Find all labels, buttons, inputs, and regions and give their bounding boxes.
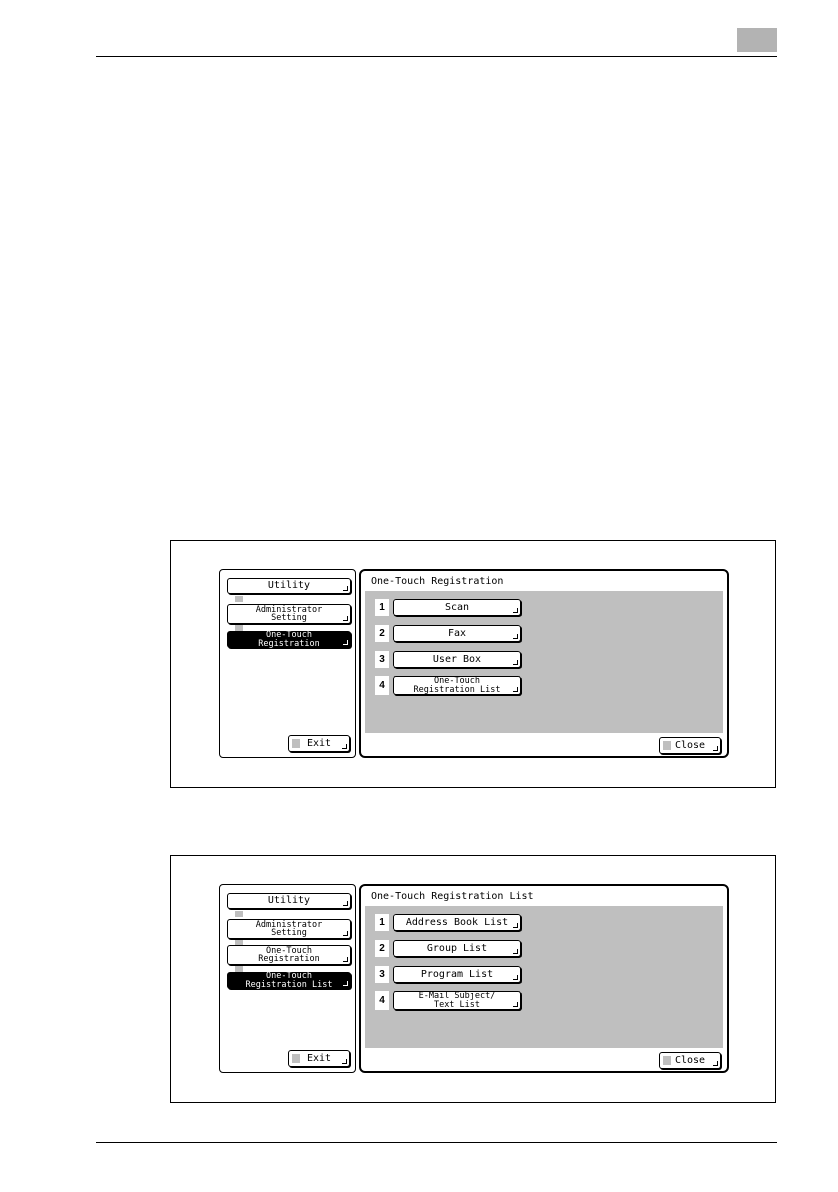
utility-button[interactable]: Utility bbox=[227, 893, 351, 909]
close-label: Close bbox=[674, 739, 706, 751]
program-list-button[interactable]: Program List bbox=[393, 966, 521, 983]
option-number: 1 bbox=[375, 599, 389, 616]
group-list-button[interactable]: Group List bbox=[393, 940, 521, 957]
option-number: 4 bbox=[375, 991, 389, 1010]
menu-title: One-Touch Registration List bbox=[371, 891, 534, 902]
exit-button[interactable]: Exit bbox=[288, 1050, 350, 1067]
menu-row: 3 Program List bbox=[375, 966, 535, 983]
one-touch-registration-button[interactable]: One-Touch Registration bbox=[227, 945, 351, 965]
menu-row: 2 Group List bbox=[375, 940, 535, 957]
one-touch-registration-button[interactable]: One-Touch Registration bbox=[227, 631, 351, 648]
footer-rule bbox=[96, 1142, 777, 1143]
administrator-setting-label: Administrator Setting bbox=[255, 604, 323, 623]
one-touch-registration-list-button[interactable]: One-Touch Registration List bbox=[227, 972, 351, 989]
administrator-setting-button[interactable]: Administrator Setting bbox=[227, 919, 351, 939]
fax-button[interactable]: Fax bbox=[393, 625, 521, 642]
breadcrumb-pane: Utility Administrator Setting One-Touch … bbox=[219, 884, 356, 1073]
email-subject-text-list-button[interactable]: E-Mail Subject/ Text List bbox=[393, 991, 521, 1010]
breadcrumb-pane: Utility Administrator Setting One-Touch … bbox=[219, 569, 356, 758]
scan-button[interactable]: Scan bbox=[393, 599, 521, 616]
menu-row: 3 User Box bbox=[375, 651, 535, 668]
exit-icon bbox=[292, 1054, 300, 1063]
email-subject-text-list-label: E-Mail Subject/ Text List bbox=[418, 991, 496, 1010]
exit-label: Exit bbox=[306, 1052, 332, 1064]
exit-label: Exit bbox=[306, 737, 332, 749]
menu-row: 4 One-Touch Registration List bbox=[375, 676, 535, 695]
menu-title: One-Touch Registration bbox=[371, 576, 504, 587]
menu-pane: One-Touch Registration List 1 Address Bo… bbox=[359, 884, 729, 1073]
option-number: 4 bbox=[375, 676, 389, 695]
administrator-setting-button[interactable]: Administrator Setting bbox=[227, 604, 351, 624]
option-number: 1 bbox=[375, 914, 389, 931]
administrator-setting-label: Administrator Setting bbox=[255, 919, 323, 938]
menu-row: 1 Address Book List bbox=[375, 914, 535, 931]
one-touch-registration-list-button[interactable]: One-Touch Registration List bbox=[393, 676, 521, 695]
utility-label: Utility bbox=[267, 895, 311, 906]
control-panel-screen: Utility Administrator Setting One-Touch … bbox=[219, 569, 729, 760]
fax-label: Fax bbox=[447, 627, 467, 639]
exit-button[interactable]: Exit bbox=[288, 735, 350, 752]
one-touch-registration-label: One-Touch Registration bbox=[258, 630, 320, 649]
one-touch-registration-list-label: One-Touch Registration List bbox=[413, 676, 501, 695]
control-panel-screen: Utility Administrator Setting One-Touch … bbox=[219, 884, 729, 1075]
figure-one-touch-registration: Utility Administrator Setting One-Touch … bbox=[170, 540, 776, 788]
figure-one-touch-registration-list: Utility Administrator Setting One-Touch … bbox=[170, 855, 776, 1103]
path-connector bbox=[235, 596, 243, 602]
utility-label: Utility bbox=[267, 580, 311, 591]
menu-row: 1 Scan bbox=[375, 599, 535, 616]
group-list-label: Group List bbox=[426, 942, 488, 954]
close-icon bbox=[663, 1056, 671, 1065]
menu-row: 4 E-Mail Subject/ Text List bbox=[375, 991, 535, 1010]
menu-pane: One-Touch Registration 1 Scan 2 Fax 3 Us… bbox=[359, 569, 729, 758]
option-number: 2 bbox=[375, 625, 389, 642]
close-label: Close bbox=[674, 1054, 706, 1066]
header-rule bbox=[96, 56, 777, 57]
program-list-label: Program List bbox=[420, 968, 494, 980]
utility-button[interactable]: Utility bbox=[227, 578, 351, 594]
close-button[interactable]: Close bbox=[659, 1052, 721, 1069]
address-book-list-label: Address Book List bbox=[405, 916, 509, 928]
address-book-list-button[interactable]: Address Book List bbox=[393, 914, 521, 931]
one-touch-registration-label: One-Touch Registration bbox=[258, 945, 320, 964]
exit-icon bbox=[292, 739, 300, 748]
path-connector bbox=[235, 911, 243, 917]
scan-label: Scan bbox=[444, 601, 470, 613]
menu-grid: 1 Address Book List 2 Group List 3 Progr… bbox=[365, 906, 723, 1048]
option-number: 3 bbox=[375, 651, 389, 668]
menu-row: 2 Fax bbox=[375, 625, 535, 642]
option-number: 3 bbox=[375, 966, 389, 983]
menu-grid: 1 Scan 2 Fax 3 User Box 4 One-Touch Regi… bbox=[365, 591, 723, 733]
option-number: 2 bbox=[375, 940, 389, 957]
close-button[interactable]: Close bbox=[659, 737, 721, 754]
user-box-label: User Box bbox=[432, 653, 482, 665]
chapter-tab bbox=[737, 28, 777, 52]
one-touch-registration-list-label: One-Touch Registration List bbox=[245, 971, 333, 990]
close-icon bbox=[663, 741, 671, 750]
user-box-button[interactable]: User Box bbox=[393, 651, 521, 668]
